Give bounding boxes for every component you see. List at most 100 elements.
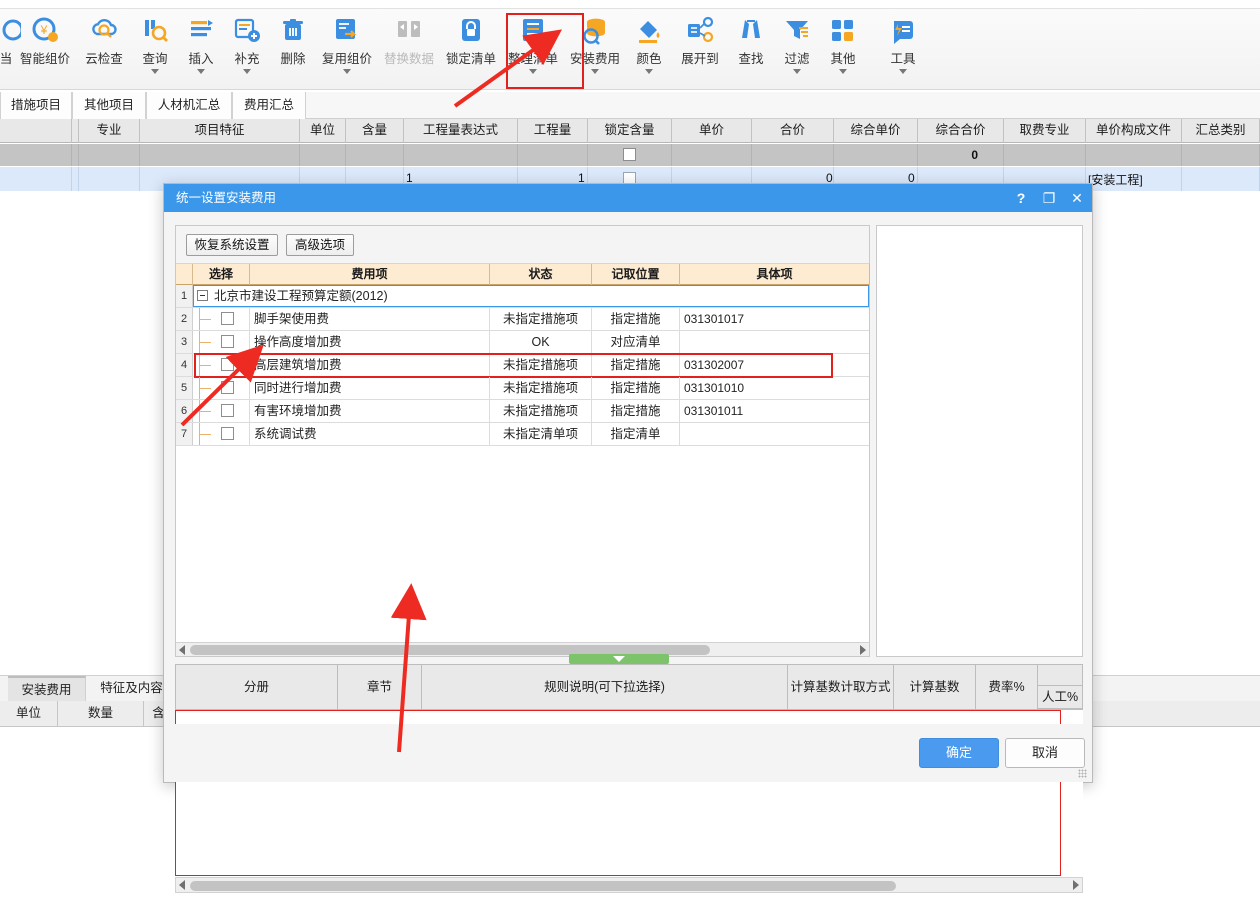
grid-cell[interactable] bbox=[834, 144, 918, 166]
root-row-selection[interactable]: 北京市建设工程预算定额(2012) bbox=[193, 285, 869, 307]
chevron-down-icon[interactable] bbox=[243, 69, 251, 74]
grid-cell[interactable] bbox=[79, 144, 140, 166]
chevron-down-icon[interactable] bbox=[151, 69, 159, 74]
tree-horizontal-scrollbar[interactable] bbox=[176, 642, 869, 656]
grid-cell[interactable] bbox=[346, 144, 404, 166]
rule-column-header[interactable]: 计算基数 bbox=[894, 665, 976, 710]
tab-1[interactable]: 其他项目 bbox=[72, 92, 146, 119]
select-cell[interactable] bbox=[193, 308, 250, 330]
select-cell[interactable] bbox=[193, 400, 250, 422]
tree-row[interactable]: 4 高层建筑增加费 未指定措施项 指定措施 031302007 bbox=[176, 354, 869, 377]
grid-column-header[interactable]: 取费专业 bbox=[1004, 119, 1086, 143]
grid-column-header[interactable]: 含量 bbox=[346, 119, 404, 143]
ribbon-item-delete-trash[interactable]: 删除 bbox=[270, 9, 316, 91]
grid-cell[interactable] bbox=[1004, 144, 1086, 166]
dialog-toolbar-button-0[interactable]: 恢复系统设置 bbox=[186, 234, 278, 256]
ribbon-item-smart-pricing[interactable]: ¥ 智能组价 bbox=[14, 9, 76, 91]
collapse-expander-icon[interactable] bbox=[197, 290, 208, 301]
bottom-tab-0[interactable]: 安装费用 bbox=[8, 676, 86, 702]
bottom-column-header[interactable]: 数量 bbox=[58, 701, 144, 727]
grid-cell[interactable] bbox=[918, 144, 1004, 166]
grid-column-header[interactable]: 单位 bbox=[300, 119, 346, 143]
grid-cell[interactable] bbox=[404, 144, 518, 166]
ribbon-item-other-grid[interactable]: 其他 bbox=[820, 9, 866, 91]
select-cell[interactable] bbox=[193, 331, 250, 353]
grid-cell[interactable] bbox=[140, 144, 300, 166]
ribbon-item-tools[interactable]: 工具 bbox=[880, 9, 926, 91]
grid-column-header[interactable]: 工程量表达式 bbox=[404, 119, 518, 143]
row-checkbox[interactable] bbox=[221, 358, 234, 371]
grid-column-header[interactable]: 综合合价 bbox=[918, 119, 1004, 143]
grid-cell[interactable] bbox=[300, 144, 346, 166]
chevron-down-icon[interactable] bbox=[899, 69, 907, 74]
maximize-icon[interactable]: ❐ bbox=[1042, 184, 1056, 212]
bottom-column-header[interactable]: 单位 bbox=[0, 701, 58, 727]
select-cell[interactable] bbox=[193, 377, 250, 399]
tree-row[interactable]: 3 操作高度增加费 OK 对应清单 bbox=[176, 331, 869, 354]
tab-3[interactable]: 费用汇总 bbox=[232, 92, 306, 119]
ribbon-item-cloud-check[interactable]: 云检查 bbox=[76, 9, 132, 91]
ribbon-item-reuse-pricing[interactable]: 复用组价 bbox=[316, 9, 378, 91]
tree-row[interactable]: 6 有害环境增加费 未指定措施项 指定措施 031301011 bbox=[176, 400, 869, 423]
help-icon[interactable]: ? bbox=[1014, 184, 1028, 212]
ribbon-item-expand-to[interactable]: 展开到 bbox=[672, 9, 728, 91]
tree-column-header[interactable]: 具体项 bbox=[680, 264, 870, 285]
fee-item-code[interactable]: 031301017 bbox=[680, 308, 869, 330]
grid-cell[interactable] bbox=[72, 144, 79, 166]
main-grid-summary-row[interactable]: 0 bbox=[0, 144, 1260, 166]
fee-item-code[interactable]: 031301010 bbox=[680, 377, 869, 399]
fee-item-code[interactable]: 031301011 bbox=[680, 400, 869, 422]
dialog-toolbar-button-1[interactable]: 高级选项 bbox=[286, 234, 354, 256]
rule-subcolumn-header[interactable]: 人工% bbox=[1037, 685, 1083, 709]
grid-cell[interactable] bbox=[752, 144, 834, 166]
ribbon-item-color-fill[interactable]: 颜色 bbox=[626, 9, 672, 91]
confirm-button[interactable]: 确定 bbox=[919, 738, 999, 768]
grid-cell[interactable] bbox=[518, 144, 588, 166]
rule-scroll-thumb[interactable] bbox=[190, 881, 896, 891]
fee-item-code[interactable]: 031302007 bbox=[680, 354, 869, 376]
grid-cell[interactable] bbox=[1182, 167, 1260, 191]
tree-row[interactable]: 1 北京市建设工程预算定额(2012) bbox=[176, 285, 869, 308]
grid-cell[interactable] bbox=[0, 144, 72, 166]
grid-column-header[interactable]: 单价构成文件 bbox=[1086, 119, 1182, 143]
grid-column-header[interactable]: 合价 bbox=[752, 119, 834, 143]
grid-column-header[interactable]: 单价 bbox=[672, 119, 752, 143]
scroll-right-arrow-icon[interactable] bbox=[860, 645, 866, 655]
grid-column-header[interactable]: 锁定含量 bbox=[588, 119, 672, 143]
chevron-down-icon[interactable] bbox=[197, 69, 205, 74]
close-icon[interactable]: ✕ bbox=[1070, 184, 1084, 212]
cancel-button[interactable]: 取消 bbox=[1005, 738, 1085, 768]
grid-column-header[interactable]: 汇总类别 bbox=[1182, 119, 1260, 143]
ribbon-item-lock-list[interactable]: 锁定清单 bbox=[440, 9, 502, 91]
tree-column-header[interactable]: 记取位置 bbox=[592, 264, 680, 285]
rule-column-header[interactable]: 费率% bbox=[976, 665, 1038, 710]
grid-cell[interactable] bbox=[1086, 144, 1182, 166]
rule-column-header[interactable]: 规则说明(可下拉选择) bbox=[422, 665, 788, 710]
tree-column-header[interactable]: 费用项 bbox=[250, 264, 490, 285]
ribbon-item-query[interactable]: 查询 bbox=[132, 9, 178, 91]
ribbon-item-filter[interactable]: 过滤 bbox=[774, 9, 820, 91]
preview-panel[interactable] bbox=[876, 225, 1083, 657]
tree-row[interactable]: 7 系统调试费 未指定清单项 指定清单 bbox=[176, 423, 869, 446]
ribbon-item-insert[interactable]: 插入 bbox=[178, 9, 224, 91]
select-cell[interactable] bbox=[193, 423, 250, 445]
ribbon-item-find[interactable]: 查找 bbox=[728, 9, 774, 91]
chevron-down-icon[interactable] bbox=[591, 69, 599, 74]
chevron-down-icon[interactable] bbox=[839, 69, 847, 74]
dialog-title-bar[interactable]: 统一设置安装费用 ? ❐ ✕ bbox=[164, 184, 1092, 212]
lock-quantity-checkbox[interactable] bbox=[623, 148, 636, 161]
grid-cell[interactable] bbox=[0, 167, 72, 191]
grid-column-header[interactable] bbox=[72, 119, 79, 143]
grid-column-header[interactable] bbox=[0, 119, 72, 143]
row-checkbox[interactable] bbox=[221, 427, 234, 440]
rule-column-header[interactable]: 分册 bbox=[176, 665, 338, 710]
tree-column-header[interactable]: 选择 bbox=[193, 264, 250, 285]
grid-column-header[interactable]: 项目特征 bbox=[140, 119, 300, 143]
grid-cell[interactable] bbox=[79, 167, 140, 191]
scroll-left-arrow-icon[interactable] bbox=[179, 645, 185, 655]
ribbon-item-supplement[interactable]: 补充 bbox=[224, 9, 270, 91]
grid-column-header[interactable]: 工程量 bbox=[518, 119, 588, 143]
ribbon-item-replace-data[interactable]: 替换数据 bbox=[378, 9, 440, 91]
rule-horizontal-scrollbar[interactable] bbox=[175, 877, 1083, 893]
chevron-down-icon[interactable] bbox=[645, 69, 653, 74]
